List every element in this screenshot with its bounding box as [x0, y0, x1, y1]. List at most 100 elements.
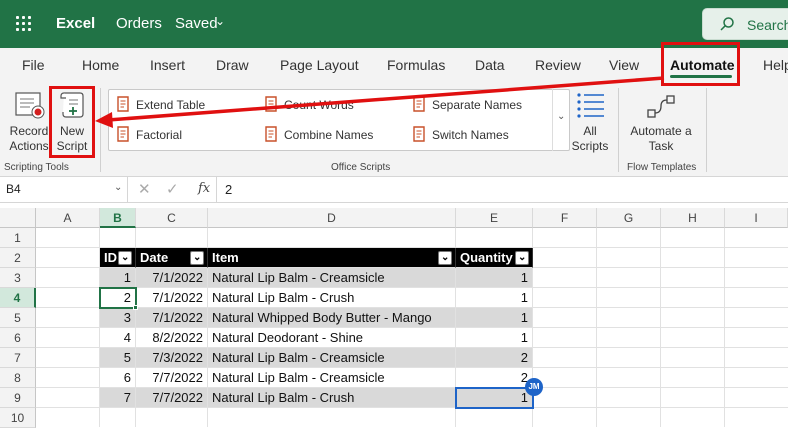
script-extend-table[interactable]: Extend Table	[136, 98, 205, 112]
table-cell[interactable]: Natural Lip Balm - Creamsicle	[208, 268, 456, 288]
table-cell[interactable]: Natural Lip Balm - Crush	[208, 388, 456, 408]
chevron-down-icon: ⌄	[557, 111, 566, 122]
tab-page-layout[interactable]: Page Layout	[280, 57, 359, 73]
table-cell[interactable]: Natural Lip Balm - Creamsicle	[208, 368, 456, 388]
table-cell[interactable]: 1	[100, 268, 136, 288]
script-icon	[413, 96, 425, 112]
table-cell[interactable]: 2	[456, 368, 533, 388]
all-scripts-icon[interactable]	[576, 92, 606, 118]
script-switch-names[interactable]: Switch Names	[432, 128, 509, 142]
column-header-d[interactable]: D	[208, 208, 456, 228]
table-header-label: Date	[140, 250, 169, 265]
row-header-1[interactable]: 1	[0, 228, 36, 248]
formula-input[interactable]: 2	[225, 182, 232, 197]
script-separate-names[interactable]: Separate Names	[432, 98, 522, 112]
table-cell[interactable]: 7/7/2022	[136, 388, 208, 408]
name-box-value: B4	[6, 182, 21, 196]
filter-dropdown-icon[interactable]: ⌄	[515, 251, 529, 265]
tab-insert[interactable]: Insert	[150, 57, 185, 73]
select-all-corner[interactable]	[0, 208, 36, 228]
tab-draw[interactable]: Draw	[216, 57, 249, 73]
table-cell[interactable]: 7/7/2022	[136, 368, 208, 388]
chevron-down-icon[interactable]: ⌄	[215, 14, 225, 28]
ribbon-separator	[706, 88, 707, 172]
table-cell[interactable]: 1	[456, 308, 533, 328]
row-header-7[interactable]: 7	[0, 348, 36, 368]
column-header-c[interactable]: C	[136, 208, 208, 228]
record-actions-label-1: Record	[9, 124, 49, 138]
table-cell[interactable]: 1	[456, 288, 533, 308]
column-header-f[interactable]: F	[533, 208, 597, 228]
column-header-a[interactable]: A	[36, 208, 100, 228]
table-cell[interactable]: 4	[100, 328, 136, 348]
table-cell[interactable]: 2	[456, 348, 533, 368]
app-name[interactable]: Excel	[56, 15, 95, 32]
app-launcher-icon[interactable]	[16, 16, 32, 32]
search-box[interactable]: Search	[702, 8, 788, 40]
document-status[interactable]: Saved	[175, 15, 218, 32]
filter-dropdown-icon[interactable]: ⌄	[438, 251, 452, 265]
row-header-3[interactable]: 3	[0, 268, 36, 288]
table-cell[interactable]: Natural Deodorant - Shine	[208, 328, 456, 348]
table-cell[interactable]: Natural Lip Balm - Creamsicle	[208, 348, 456, 368]
table-cell[interactable]: 5	[100, 348, 136, 368]
tab-data[interactable]: Data	[475, 57, 505, 73]
record-actions-icon[interactable]	[14, 90, 46, 122]
table-cell[interactable]: 7	[100, 388, 136, 408]
confirm-icon[interactable]: ✓	[166, 180, 179, 198]
row-header-6[interactable]: 6	[0, 328, 36, 348]
tab-review[interactable]: Review	[535, 57, 581, 73]
column-header-e[interactable]: E	[456, 208, 533, 228]
automate-task-button[interactable]: Automate a Task	[626, 124, 696, 154]
column-header-h[interactable]: H	[661, 208, 725, 228]
table-cell[interactable]: 7/1/2022	[136, 268, 208, 288]
filter-dropdown-icon[interactable]: ⌄	[190, 251, 204, 265]
active-cell-selection[interactable]	[99, 287, 137, 309]
tab-help[interactable]: Help	[763, 57, 788, 73]
collaborator-avatar[interactable]: JM	[525, 378, 543, 396]
column-header-g[interactable]: G	[597, 208, 661, 228]
script-factorial[interactable]: Factorial	[136, 128, 182, 142]
tab-formulas[interactable]: Formulas	[387, 57, 445, 73]
record-actions-label-2: Actions	[9, 139, 49, 153]
collaborator-selection	[455, 387, 534, 409]
tab-file[interactable]: File	[22, 57, 45, 73]
all-scripts-button[interactable]: All Scripts	[570, 124, 610, 154]
tab-home[interactable]: Home	[82, 57, 119, 73]
document-title[interactable]: Orders	[116, 15, 162, 32]
column-header-b[interactable]: B	[100, 208, 136, 228]
table-cell[interactable]: 6	[100, 368, 136, 388]
script-combine-names[interactable]: Combine Names	[284, 128, 373, 142]
table-cell[interactable]: 7/3/2022	[136, 348, 208, 368]
gallery-expand-button[interactable]: ⌄	[552, 89, 570, 151]
chevron-down-icon[interactable]: ⌄	[114, 182, 122, 193]
table-cell[interactable]: Natural Lip Balm - Crush	[208, 288, 456, 308]
all-scripts-label-1: All	[583, 124, 597, 138]
filter-dropdown-icon[interactable]: ⌄	[118, 251, 132, 265]
row-header-5[interactable]: 5	[0, 308, 36, 328]
tab-view[interactable]: View	[609, 57, 639, 73]
row-header-10[interactable]: 10	[0, 408, 36, 428]
script-icon	[413, 126, 425, 142]
row-header-2[interactable]: 2	[0, 248, 36, 268]
row-header-8[interactable]: 8	[0, 368, 36, 388]
row-header-4[interactable]: 4	[0, 288, 36, 308]
cancel-icon[interactable]: ✕	[138, 180, 151, 198]
name-box[interactable]: B4 ⌄	[0, 177, 128, 203]
script-count-words[interactable]: Count Words	[284, 98, 354, 112]
fx-icon[interactable]: fx	[198, 181, 210, 196]
table-cell[interactable]: 8/2/2022	[136, 328, 208, 348]
row-header-9[interactable]: 9	[0, 388, 36, 408]
automate-flow-icon[interactable]	[646, 94, 676, 120]
column-header-i[interactable]: I	[725, 208, 788, 228]
group-label-scripting-tools: Scripting Tools	[4, 162, 69, 173]
table-cell[interactable]: 1	[456, 328, 533, 348]
table-cell[interactable]: 7/1/2022	[136, 288, 208, 308]
fill-handle[interactable]	[133, 305, 138, 310]
table-cell[interactable]: Natural Whipped Body Butter - Mango	[208, 308, 456, 328]
table-cell[interactable]: 7/1/2022	[136, 308, 208, 328]
table-header-label: Item	[212, 250, 239, 265]
table-cell[interactable]: 1	[456, 268, 533, 288]
table-cell[interactable]: 3	[100, 308, 136, 328]
record-actions-button[interactable]: Record Actions	[6, 124, 52, 154]
